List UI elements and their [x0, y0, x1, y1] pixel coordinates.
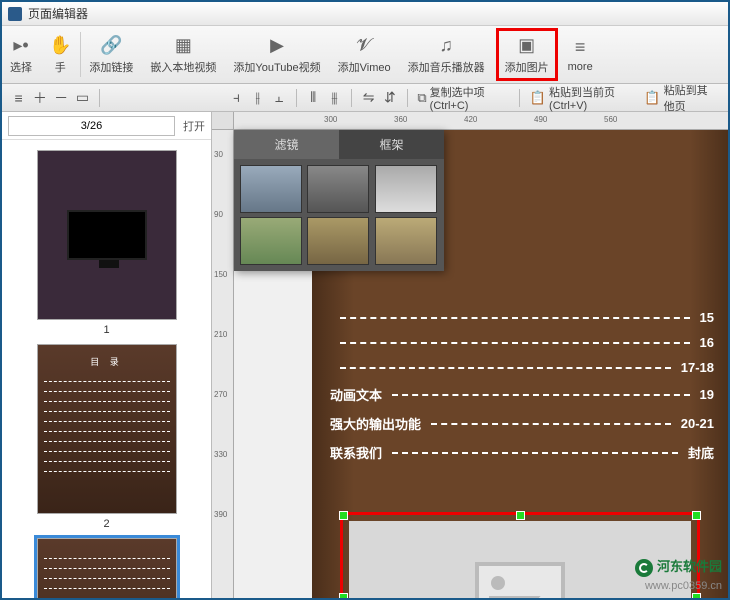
- flip-h-icon[interactable]: ⇋: [360, 88, 377, 108]
- resize-handle[interactable]: [339, 511, 348, 520]
- more-button[interactable]: ≡more: [560, 26, 602, 83]
- select-tool[interactable]: ▸•选择: [2, 26, 41, 83]
- canvas[interactable]: 300 360 420 490 560 30 90 150 210 270 33…: [212, 112, 728, 598]
- cursor-icon: ▸•: [13, 35, 28, 57]
- add-link-button[interactable]: 🔗添加链接: [81, 26, 142, 83]
- filter-thumb[interactable]: [307, 217, 369, 265]
- ruler-corner: [212, 112, 234, 130]
- toc-row[interactable]: 联系我们封底: [330, 443, 714, 462]
- resize-handle[interactable]: [692, 511, 701, 520]
- filter-thumb[interactable]: [240, 217, 302, 265]
- toc-row[interactable]: 动画文本19: [330, 385, 714, 404]
- add-image-button[interactable]: ▣添加图片: [496, 28, 558, 81]
- toc-row[interactable]: 15: [330, 310, 714, 325]
- thumbnail-list[interactable]: 1 目 录 2: [2, 140, 211, 598]
- placeholder-image-icon: [475, 562, 565, 598]
- add-music-button[interactable]: ♫添加音乐播放器: [400, 26, 494, 83]
- link-icon: 🔗: [100, 35, 122, 57]
- vimeo-icon: 𝓥: [357, 35, 372, 57]
- page-thumb-2[interactable]: 目 录 2: [12, 344, 201, 530]
- resize-handle[interactable]: [339, 593, 348, 598]
- pages-sidebar: 打开 1 目 录 2: [2, 112, 212, 598]
- paste-other-button[interactable]: 📋粘贴到其他页: [644, 82, 718, 114]
- copy-selection-button[interactable]: ⧉复制选中项(Ctrl+C): [417, 84, 509, 112]
- align-center-icon[interactable]: ⫲: [249, 88, 266, 108]
- ruler-vertical: 30 90 150 210 270 330 390: [212, 130, 234, 598]
- watermark: 河东软件园 www.pc0359.cn: [635, 556, 722, 592]
- filter-thumb[interactable]: [375, 165, 437, 213]
- youtube-icon: ▶: [270, 35, 284, 57]
- toc-row[interactable]: 17-18: [330, 360, 714, 375]
- align-left-icon[interactable]: ⫞: [228, 88, 245, 108]
- music-icon: ♫: [439, 35, 453, 57]
- copy-icon: ⧉: [417, 90, 426, 106]
- paste-icon: 📋: [644, 90, 660, 106]
- format-toolbar: ≡ ＋ － ▭ ⫞ ⫲ ⫠ ⫴ ⫵ ⇋ ⇵ ⧉复制选中项(Ctrl+C) 📋粘贴…: [2, 84, 728, 112]
- add-youtube-button[interactable]: ▶添加YouTube视频: [225, 26, 329, 83]
- embed-local-video-button[interactable]: ▦嵌入本地视频: [142, 26, 225, 83]
- app-icon: [8, 7, 22, 21]
- page-thumb-1[interactable]: 1: [12, 150, 201, 336]
- more-icon: ≡: [575, 37, 586, 59]
- watermark-logo-icon: [635, 559, 653, 577]
- resize-handle[interactable]: [692, 593, 701, 598]
- image-icon: ▣: [518, 35, 535, 57]
- add-icon[interactable]: ＋: [31, 88, 48, 108]
- list-icon[interactable]: ≡: [10, 88, 27, 108]
- ruler-horizontal: 300 360 420 490 560: [234, 112, 728, 130]
- tab-filter[interactable]: 滤镜: [234, 130, 339, 159]
- blank-icon[interactable]: ▭: [74, 88, 91, 108]
- hand-tool[interactable]: ✋手: [41, 26, 80, 83]
- main-toolbar: ▸•选择 ✋手 🔗添加链接 ▦嵌入本地视频 ▶添加YouTube视频 𝓥添加Vi…: [2, 26, 728, 84]
- align-right-icon[interactable]: ⫠: [270, 88, 287, 108]
- toc-row[interactable]: 16: [330, 335, 714, 350]
- flip-v-icon[interactable]: ⇵: [381, 88, 398, 108]
- paste-icon: 📋: [530, 90, 546, 106]
- filter-thumb[interactable]: [307, 165, 369, 213]
- window-title: 页面编辑器: [28, 5, 88, 22]
- distribute-h-icon[interactable]: ⫴: [305, 88, 322, 108]
- add-vimeo-button[interactable]: 𝓥添加Vimeo: [330, 26, 400, 83]
- video-icon: ▦: [175, 35, 192, 57]
- hand-icon: ✋: [49, 35, 71, 57]
- paste-current-button[interactable]: 📋粘贴到当前页(Ctrl+V): [530, 84, 637, 112]
- resize-handle[interactable]: [516, 511, 525, 520]
- page-thumb-3[interactable]: [12, 538, 201, 598]
- filter-thumb[interactable]: [240, 165, 302, 213]
- titlebar: 页面编辑器: [2, 2, 728, 26]
- page-number-input[interactable]: [8, 116, 175, 136]
- tab-frame[interactable]: 框架: [339, 130, 444, 159]
- remove-icon[interactable]: －: [53, 88, 70, 108]
- distribute-v-icon[interactable]: ⫵: [326, 88, 343, 108]
- toc-row[interactable]: 强大的输出功能20-21: [330, 414, 714, 433]
- filter-thumb[interactable]: [375, 217, 437, 265]
- open-button[interactable]: 打开: [183, 118, 205, 134]
- filter-panel: 滤镜 框架: [234, 130, 444, 271]
